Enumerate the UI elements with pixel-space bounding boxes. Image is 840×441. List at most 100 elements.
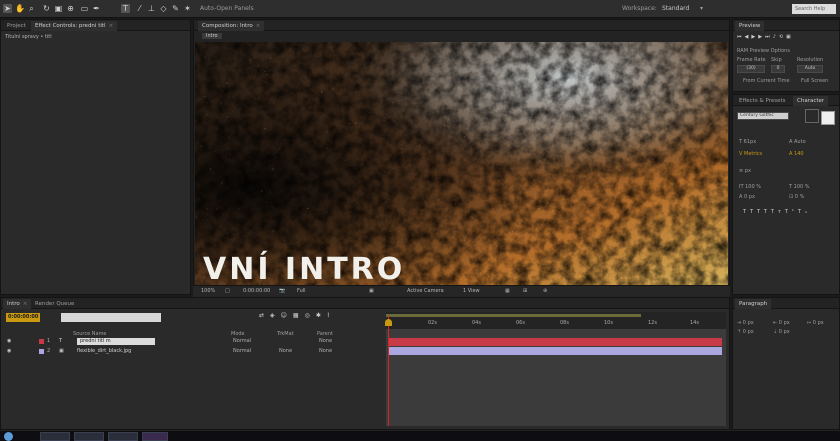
magnification-select[interactable]: 100% [201, 288, 215, 294]
small-caps-icon[interactable]: Tт [771, 209, 785, 215]
brush-tool-icon[interactable]: ⁄ [135, 4, 144, 13]
font-size-value[interactable]: 61px [744, 139, 757, 145]
playhead-handle-icon[interactable] [385, 319, 392, 326]
baseline-shift-value[interactable]: 0 px [744, 194, 755, 200]
snapshot-icon[interactable]: 📷 [279, 288, 285, 294]
start-button-icon[interactable] [4, 432, 13, 441]
fill-color-swatch[interactable] [821, 111, 835, 125]
eyedropper-icon[interactable] [805, 109, 819, 123]
leading-value[interactable]: Auto [794, 139, 806, 145]
clone-stamp-tool-icon[interactable]: ⊥ [147, 4, 156, 13]
first-line-indent-value[interactable]: 0 px [813, 320, 824, 326]
layer-1-duration-bar[interactable] [389, 338, 722, 346]
puppet-tool-icon[interactable]: ✶ [183, 4, 192, 13]
workspace-select[interactable]: Standard [662, 5, 689, 12]
pan-behind-tool-icon[interactable]: ⊕ [66, 4, 75, 13]
view-layout-select[interactable]: 1 View [463, 288, 480, 294]
comp-mini-flowchart-icon[interactable]: ⇄ [259, 312, 270, 319]
stroke-unit[interactable]: px [745, 168, 751, 174]
space-before-value[interactable]: 0 px [743, 329, 754, 335]
superscript-icon[interactable]: T¹ [785, 209, 798, 215]
current-time-display[interactable]: 0:00:00:00 [243, 288, 270, 294]
space-after-value[interactable]: 0 px [779, 329, 790, 335]
playhead-line[interactable] [388, 316, 389, 426]
intro-title-text[interactable]: VNÍ INTRO [203, 252, 405, 285]
zoom-tool-icon[interactable]: ⌕ [27, 4, 36, 13]
taskbar-app[interactable] [40, 432, 70, 441]
full-screen-checkbox[interactable]: Full Screen [801, 78, 828, 84]
layer-mode-select[interactable]: Normal [233, 347, 251, 356]
eye-icon[interactable]: ◉ [7, 337, 11, 346]
search-help-input[interactable]: Search Help [792, 4, 836, 14]
selection-tool-icon[interactable]: ➤ [3, 4, 12, 13]
composition-viewer[interactable]: VNÍ INTRO [195, 42, 728, 285]
from-current-time-checkbox[interactable]: From Current Time [743, 78, 790, 84]
tsume-value[interactable]: 0 % [795, 194, 805, 200]
close-icon[interactable]: × [23, 301, 28, 307]
first-frame-icon[interactable]: ⏮ [737, 34, 745, 40]
workspace-dropdown-icon[interactable]: ▾ [700, 5, 703, 12]
grid-toggle-icon[interactable]: □ [225, 288, 230, 294]
type-tool-icon[interactable]: T [121, 4, 130, 13]
resolution-select[interactable]: Auto [797, 65, 823, 73]
roto-brush-tool-icon[interactable]: ✎ [171, 4, 180, 13]
font-family-select[interactable]: Century Gothic [737, 112, 789, 120]
tab-render-queue[interactable]: Render Queue [31, 299, 78, 309]
time-ruler[interactable]: 0s 02s 04s 06s 08s 10s 12s 14s [386, 312, 726, 330]
tracking-value[interactable]: 140 [794, 151, 804, 157]
last-frame-icon[interactable]: ⏭ [765, 34, 773, 40]
layer-mode-select[interactable]: Normal [233, 337, 251, 346]
toggle-pixel-aspect-icon[interactable]: ▦ [505, 288, 510, 294]
eraser-tool-icon[interactable]: ◇ [159, 4, 168, 13]
subscript-icon[interactable]: T₁ [798, 209, 811, 215]
tab-project[interactable]: Project [3, 21, 30, 31]
layer-name[interactable]: flexible_dirt_black.jpg [77, 347, 131, 356]
camera-tool-icon[interactable]: ▣ [54, 4, 63, 13]
frame-blending-icon[interactable]: ▦ [293, 312, 305, 319]
indent-left-value[interactable]: 0 px [743, 320, 754, 326]
shy-icon[interactable]: ☺ [281, 312, 293, 319]
tab-effect-controls[interactable]: Effect Controls: predni titl × [31, 21, 118, 31]
frame-rate-select[interactable]: (30) [737, 65, 765, 73]
close-icon[interactable]: × [109, 23, 114, 29]
layer-parent-select[interactable]: None [319, 337, 332, 346]
auto-open-panels-checkbox[interactable]: Auto-Open Panels [200, 5, 254, 12]
horizontal-scale-value[interactable]: 100 % [794, 184, 810, 190]
loop-icon[interactable]: ⟲ [779, 34, 786, 40]
draft-3d-icon[interactable]: ◈ [270, 312, 281, 319]
region-of-interest-icon[interactable]: ▣ [369, 288, 374, 294]
layer-name-input[interactable]: predni titl m [77, 338, 155, 345]
indent-right-value[interactable]: 0 px [779, 320, 790, 326]
tab-character[interactable]: Character [793, 96, 829, 106]
fast-previews-icon[interactable]: ⊞ [523, 288, 527, 294]
hand-tool-icon[interactable]: ✋ [15, 4, 25, 13]
faux-italic-icon[interactable]: T [750, 209, 757, 215]
rotate-tool-icon[interactable]: ↻ [42, 4, 51, 13]
brainstorm-icon[interactable]: ✱ [316, 312, 327, 319]
tab-paragraph[interactable]: Paragraph [735, 299, 772, 309]
skip-input[interactable]: 0 [771, 65, 785, 73]
taskbar-app-after-effects[interactable] [142, 432, 168, 441]
timeline-search-input[interactable] [61, 313, 161, 322]
all-caps-icon[interactable]: TT [757, 209, 771, 215]
layer-color-swatch[interactable] [39, 339, 44, 344]
work-area-bar[interactable] [386, 314, 641, 317]
kerning-value[interactable]: Metrics [744, 151, 762, 157]
tab-preview[interactable]: Preview [735, 21, 765, 31]
table-row[interactable]: ◉ 2 ▣ flexible_dirt_black.jpg Normal Non… [3, 347, 383, 356]
eye-icon[interactable]: ◉ [7, 347, 11, 356]
layer-parent-select[interactable]: None [319, 347, 332, 356]
current-timecode[interactable]: 0:00:00:00 [6, 313, 41, 322]
layer-2-duration-bar[interactable] [389, 347, 722, 355]
ram-preview-icon[interactable]: ▣ [786, 34, 794, 40]
taskbar-app[interactable] [74, 432, 104, 441]
taskbar-app[interactable] [108, 432, 138, 441]
active-camera-select[interactable]: Active Camera [407, 288, 444, 294]
layer-color-swatch[interactable] [39, 349, 44, 354]
graph-editor-icon[interactable]: ⌇ [327, 312, 336, 319]
composition-breadcrumb[interactable]: Intro [202, 33, 222, 39]
layer-trkmat-select[interactable]: None [279, 347, 292, 356]
exposure-icon[interactable]: ⊕ [543, 288, 547, 294]
mask-tool-icon[interactable]: ▭ [80, 4, 89, 13]
close-icon[interactable]: × [256, 23, 261, 29]
